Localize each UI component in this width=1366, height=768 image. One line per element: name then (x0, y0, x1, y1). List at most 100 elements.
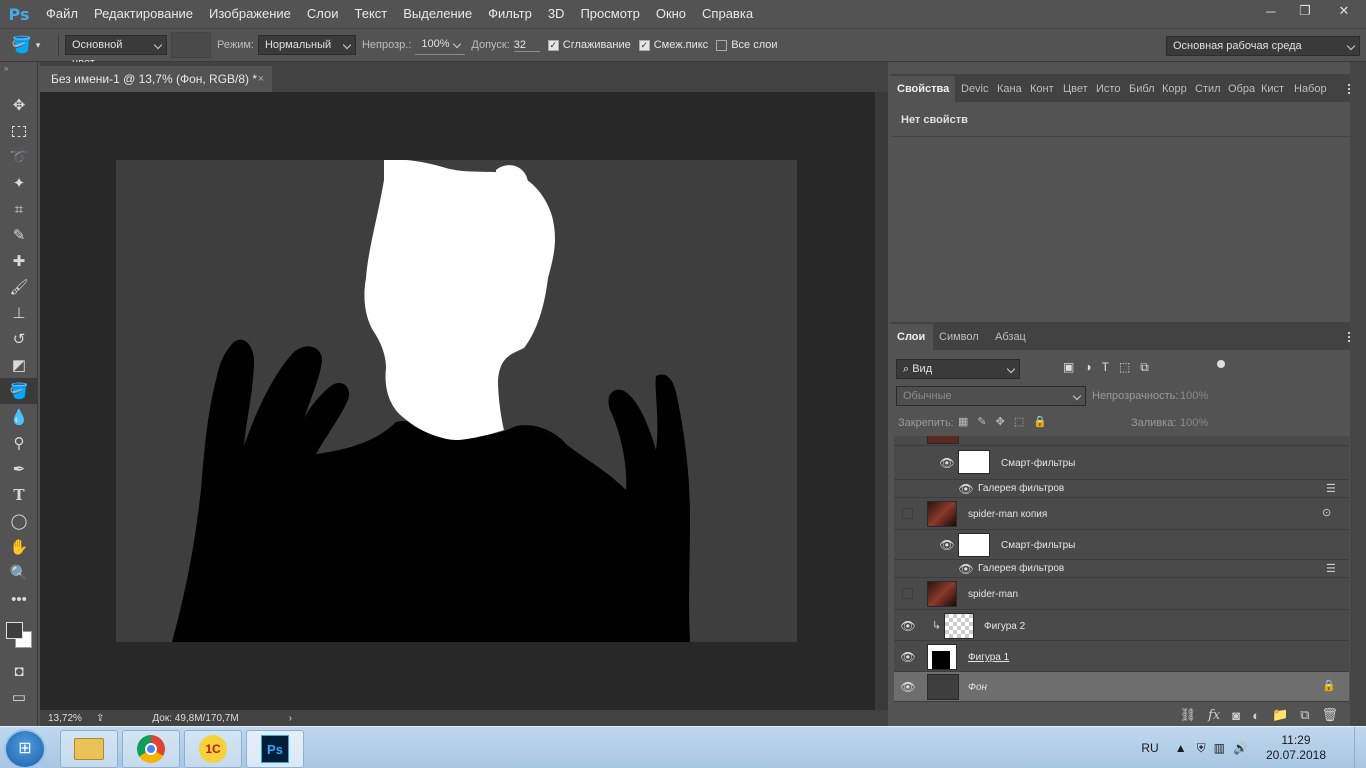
security-icon[interactable]: ⛨ (1197, 741, 1206, 756)
tab-libraries[interactable]: Библ (1123, 76, 1156, 102)
layer-row[interactable]: spider-man (894, 578, 1349, 610)
layer-row[interactable]: 👁 Фигура 1 (894, 641, 1349, 672)
healing-brush-tool-icon[interactable]: ✚ (0, 248, 38, 274)
lock-position-icon[interactable]: ✥ (996, 415, 1005, 428)
pattern-picker[interactable] (171, 32, 211, 58)
dodge-tool-icon[interactable]: ⚲ (0, 430, 38, 456)
layer-opacity-input[interactable]: 100% (1180, 390, 1208, 402)
menu-edit[interactable]: Редактирование (86, 0, 201, 28)
lock-pixels-icon[interactable]: ✎ (977, 415, 986, 428)
layer-row[interactable]: 👁 ↳ Фигура 2 (894, 610, 1349, 641)
paint-bucket-tool-icon[interactable]: 🪣 (0, 378, 38, 404)
mode-dropdown[interactable]: Нормальный (257, 35, 356, 55)
tab-samples[interactable]: Обра (1222, 76, 1255, 102)
filter-options-icon[interactable]: ☰ (1326, 562, 1336, 575)
blur-tool-icon[interactable]: 💧 (0, 404, 38, 430)
adjustment-layer-icon[interactable]: ◐ (1252, 708, 1260, 723)
taskbar-explorer[interactable] (60, 730, 118, 768)
toolbar-collapse[interactable]: » (0, 62, 37, 92)
menu-3d[interactable]: 3D (540, 0, 573, 28)
menu-layers[interactable]: Слои (299, 0, 347, 28)
blend-mode-dropdown[interactable]: Обычные (896, 386, 1086, 406)
eye-icon[interactable]: 👁 (900, 650, 916, 664)
marquee-tool-icon[interactable] (0, 118, 38, 144)
add-mask-icon[interactable]: ◙ (1232, 708, 1240, 723)
layer-row-selected[interactable]: 👁 Фон 🔒 (894, 672, 1349, 702)
smart-filters-row[interactable]: 👁 Смарт-фильтры (894, 446, 1349, 480)
tab-properties[interactable]: Свойства (891, 76, 955, 102)
taskbar-photoshop[interactable]: Ps (246, 730, 304, 768)
tab-adjustments[interactable]: Корр (1156, 76, 1189, 102)
tab-history[interactable]: Исто (1090, 76, 1123, 102)
new-layer-icon[interactable]: ⧉ (1300, 707, 1309, 723)
filter-gallery-row[interactable]: 👁 Галерея фильтров ☰ (894, 560, 1349, 578)
tab-paths[interactable]: Конт (1024, 76, 1057, 102)
paint-bucket-preset-icon[interactable]: 🪣 ▾ (0, 28, 52, 62)
tab-layers[interactable]: Слои (891, 324, 933, 350)
filter-options-icon[interactable]: ☰ (1326, 482, 1336, 495)
filter-pixel-icon[interactable]: ▣ (1063, 360, 1074, 375)
opacity-input[interactable]: 100% (415, 35, 466, 55)
antialias-checkbox[interactable]: ✓ (547, 39, 559, 51)
visibility-toggle[interactable] (902, 588, 913, 599)
network-icon[interactable]: ▥ (1214, 741, 1225, 755)
document-canvas[interactable] (116, 160, 797, 642)
layer-name[interactable]: spider-man копия (968, 509, 1047, 520)
eraser-tool-icon[interactable]: ◩ (0, 352, 38, 378)
taskbar-1c[interactable]: 1С (184, 730, 242, 768)
eye-icon[interactable]: 👁 (958, 482, 974, 496)
lock-transparency-icon[interactable]: ▦ (958, 415, 968, 428)
eye-icon[interactable]: 👁 (958, 562, 974, 576)
close-tab-icon[interactable]: × (258, 66, 264, 92)
tab-presets[interactable]: Набор (1288, 76, 1328, 102)
crop-tool-icon[interactable]: ⌗ (0, 196, 38, 222)
layer-name[interactable]: spider-man (968, 589, 1018, 600)
clone-stamp-tool-icon[interactable]: ⊥ (0, 300, 38, 326)
tab-brushes[interactable]: Кист (1255, 76, 1288, 102)
tab-paragraph[interactable]: Абзац (989, 324, 1035, 350)
quick-mask-icon[interactable]: ◘ (0, 658, 38, 684)
zoom-level[interactable]: 13,72% (48, 713, 90, 724)
workspace-dropdown[interactable]: Основная рабочая среда (1166, 36, 1360, 56)
ellipse-tool-icon[interactable]: ◯ (0, 508, 38, 534)
type-tool-icon[interactable]: T (0, 482, 38, 508)
status-menu-arrow-icon[interactable]: › (289, 713, 292, 724)
close-window-icon[interactable]: ✕ (1322, 0, 1366, 22)
tab-device[interactable]: Devic (955, 76, 991, 102)
tray-expand-icon[interactable]: ▲ (1175, 741, 1187, 755)
lock-artboard-icon[interactable]: ⬚ (1014, 415, 1024, 428)
restore-icon[interactable]: ❐ (1288, 0, 1322, 22)
start-button[interactable]: ⊞ (4, 729, 46, 768)
eye-icon[interactable]: 👁 (939, 538, 955, 552)
menu-file[interactable]: Файл (38, 0, 86, 28)
zoom-tool-icon[interactable]: 🔍 (0, 560, 38, 586)
screen-mode-icon[interactable]: ▭ (0, 684, 38, 710)
share-icon[interactable]: ⇪ (96, 713, 104, 724)
filter-shape-icon[interactable]: ⬚ (1119, 360, 1130, 375)
new-group-icon[interactable]: 📁 (1272, 707, 1288, 723)
tolerance-input[interactable]: 32 (513, 39, 540, 52)
lasso-tool-icon[interactable]: ➰ (0, 144, 38, 170)
hand-tool-icon[interactable]: ✋ (0, 534, 38, 560)
eye-icon[interactable]: 👁 (900, 680, 916, 694)
eye-icon[interactable]: 👁 (939, 456, 955, 470)
tab-color[interactable]: Цвет (1057, 76, 1090, 102)
menu-help[interactable]: Справка (694, 0, 761, 28)
more-tools-icon[interactable]: ••• (0, 586, 38, 612)
menu-view[interactable]: Просмотр (572, 0, 647, 28)
filter-gallery-row[interactable]: 👁 Галерея фильтров ☰ (894, 480, 1349, 498)
all-layers-checkbox[interactable] (716, 39, 728, 51)
layer-filter-dropdown[interactable]: ⌕ Вид (896, 359, 1020, 379)
layer-name[interactable]: Фигура 2 (984, 621, 1025, 632)
fx-icon[interactable]: fx (1208, 708, 1220, 723)
link-layers-icon[interactable]: ⛓ (1180, 707, 1197, 723)
minimize-icon[interactable]: ─ (1254, 0, 1288, 22)
tab-character[interactable]: Символ (933, 324, 989, 350)
color-swatches[interactable] (0, 612, 37, 658)
layer-name[interactable]: Фигура 1 (968, 652, 1009, 663)
pen-tool-icon[interactable]: ✒ (0, 456, 38, 482)
brush-tool-icon[interactable]: 🖌 (0, 274, 38, 300)
fill-source-dropdown[interactable]: Основной цвет (65, 35, 167, 69)
layer-row[interactable]: spider-man копия ⊙ (894, 498, 1349, 530)
tab-channels[interactable]: Кана (991, 76, 1024, 102)
